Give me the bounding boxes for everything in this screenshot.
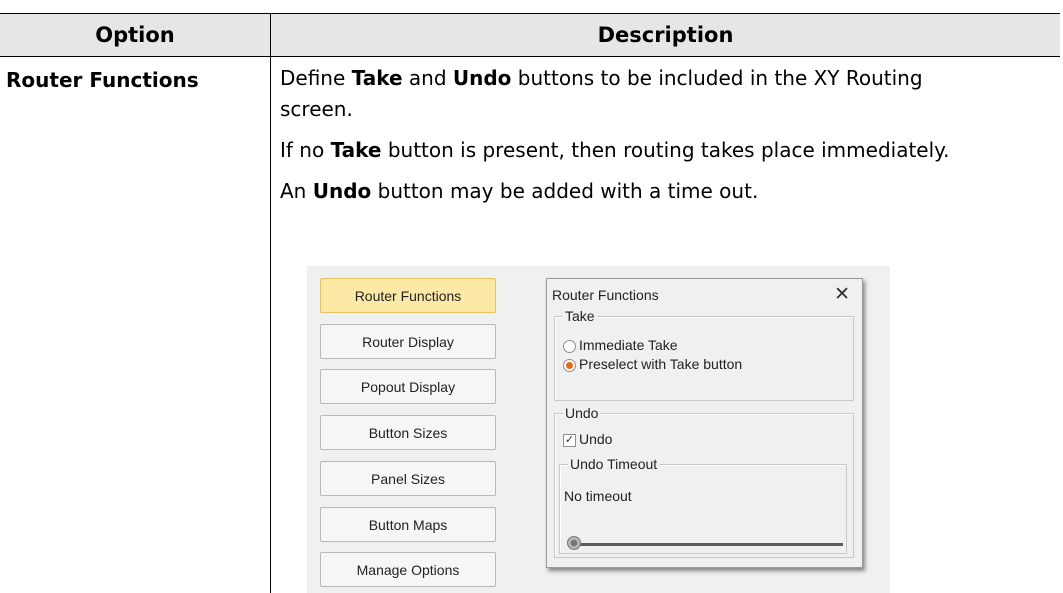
router-functions-dialog: Router Functions ✕ Take Immediate Take P… [546,278,863,568]
timeout-value-label: No timeout [564,488,632,504]
close-icon[interactable]: ✕ [834,283,850,306]
undo-checkbox[interactable]: ✓ [563,434,576,447]
bold-term: Undo [452,66,512,90]
bold-term: Take [330,138,382,162]
bold-term: Take [351,66,403,90]
description-text: Define [280,66,352,90]
description-text: buttons to be included in the XY Routing [511,66,923,90]
description-line: screen. [280,94,1060,125]
menu-button-button-sizes[interactable]: Button Sizes [320,415,496,450]
option-column-header: Option [95,23,175,47]
immediate-take-radio[interactable] [563,340,576,353]
description-line: If no Take button is present, then routi… [280,135,1060,166]
preselect-take-label: Preselect with Take button [579,356,743,372]
option-name: Router Functions [6,68,199,92]
dialog-title: Router Functions [552,287,659,303]
description-text: button is present, then routing takes pl… [381,138,950,162]
column-divider [270,56,271,593]
options-table: Option Description Router Functions Defi… [0,0,1063,593]
undo-checkbox-label: Undo [579,431,613,447]
menu-button-manage-options[interactable]: Manage Options [320,552,496,587]
description-text: button may be added with a time out. [371,179,759,203]
menu-button-router-functions[interactable]: Router Functions [320,278,496,313]
take-group-legend: Take [563,308,597,324]
undo-timeout-legend: Undo Timeout [568,456,660,472]
menu-button-popout-display[interactable]: Popout Display [320,369,496,404]
undo-group-legend: Undo [563,405,601,421]
timeout-slider-thumb[interactable] [567,536,581,550]
bold-term: Undo [312,179,372,203]
menu-button-router-display[interactable]: Router Display [320,324,496,359]
description-line: An Undo button may be added with a time … [280,176,1060,207]
description-text: An [280,179,313,203]
immediate-take-label: Immediate Take [579,337,678,353]
description-text: If no [280,138,331,162]
undo-group: Undo ✓ Undo Undo Timeout No timeout [554,405,854,558]
take-group: Take Immediate Take Preselect with Take … [554,308,854,401]
timeout-slider-track[interactable] [571,543,843,546]
menu-button-panel-sizes[interactable]: Panel Sizes [320,461,496,496]
description-column-header: Description [597,23,734,47]
description-line: Define Take and Undo buttons to be inclu… [280,63,1060,94]
undo-timeout-group: Undo Timeout No timeout [559,456,847,554]
description-text: screen. [280,97,353,121]
menu-button-button-maps[interactable]: Button Maps [320,507,496,542]
table-header: Option Description [0,13,1060,57]
description-text: and [402,66,453,90]
router-functions-screenshot: Router Functions Router Display Popout D… [307,266,890,593]
preselect-take-radio[interactable] [563,359,576,372]
